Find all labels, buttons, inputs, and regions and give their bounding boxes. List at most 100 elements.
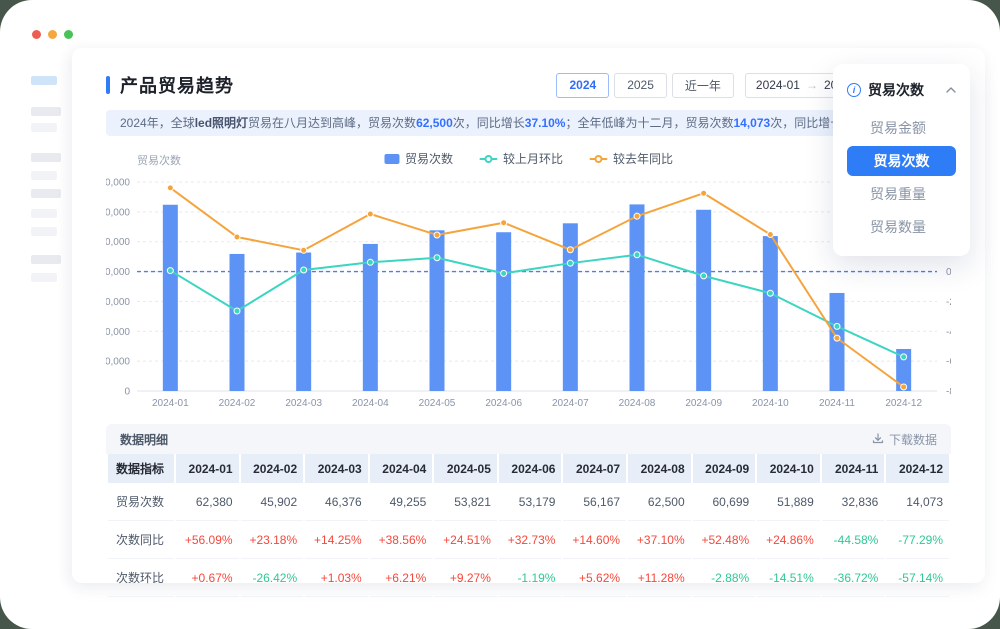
bar-2024-08[interactable] bbox=[630, 204, 645, 391]
point-较去年同比-2024-07[interactable] bbox=[567, 247, 573, 253]
table-cell: +9.27% bbox=[434, 559, 497, 597]
point-较去年同比-2024-10[interactable] bbox=[767, 231, 773, 237]
row-label: 贸易次数 bbox=[108, 483, 174, 521]
sidebar-skeleton-bar bbox=[31, 153, 61, 162]
table-cell: +6.21% bbox=[370, 559, 433, 597]
summary-text: led照明灯 bbox=[195, 116, 248, 130]
left-axis-tick: 0 bbox=[124, 387, 130, 398]
table-header-cell: 2024-08 bbox=[628, 454, 691, 483]
x-axis-tick: 2024-11 bbox=[819, 398, 855, 409]
download-data-button[interactable]: 下载数据 bbox=[872, 431, 937, 448]
metric-option-贸易金额[interactable]: 贸易金额 bbox=[847, 113, 956, 143]
legend-label: 贸易次数 bbox=[405, 150, 453, 167]
table-header-cell: 2024-05 bbox=[434, 454, 497, 483]
point-较去年同比-2024-05[interactable] bbox=[434, 232, 440, 238]
summary-text: 2024年，全球 bbox=[120, 116, 195, 130]
left-axis-tick: 30,000 bbox=[106, 297, 130, 308]
bar-2024-02[interactable] bbox=[230, 254, 245, 391]
metric-options: 贸易金额贸易次数贸易重量贸易数量 bbox=[833, 113, 970, 242]
table-row: 贸易次数62,38045,90246,37649,25553,82153,179… bbox=[108, 483, 949, 521]
app-window: 产品贸易趋势 20242025近一年 2024-01 → 2024-12 202… bbox=[0, 0, 1000, 629]
legend-item-bar[interactable]: 贸易次数 bbox=[384, 150, 453, 167]
table-cell: -26.42% bbox=[241, 559, 304, 597]
date-range-arrow-icon: → bbox=[806, 78, 818, 92]
year-tab-2024[interactable]: 2024 bbox=[556, 73, 609, 98]
table-cell: -1.19% bbox=[499, 559, 562, 597]
point-较上月环比-2024-08[interactable] bbox=[634, 252, 640, 258]
table-header-cell: 2024-10 bbox=[757, 454, 820, 483]
point-较上月环比-2024-03[interactable] bbox=[301, 267, 307, 273]
chart-legend: 贸易次数 较上月环比 较去年同比 bbox=[384, 150, 673, 167]
x-axis-tick: 2024-12 bbox=[885, 398, 922, 409]
summary-banner: 2024年，全球led照明灯贸易在八月达到高峰，贸易次数62,500次，同比增长… bbox=[106, 110, 951, 136]
table-cell: +37.10% bbox=[628, 521, 691, 559]
chart-header: 贸易次数 贸易次数 较上月环比 较去年同比 bbox=[106, 152, 951, 168]
trade-trend-chart[interactable]: 010,00020,00030,00040,00050,00060,00070,… bbox=[106, 172, 951, 412]
date-range-start: 2024-01 bbox=[756, 78, 800, 92]
point-较上月环比-2024-11[interactable] bbox=[834, 323, 840, 329]
point-较去年同比-2024-08[interactable] bbox=[634, 213, 640, 219]
bar-2024-10[interactable] bbox=[763, 236, 778, 391]
bar-2024-04[interactable] bbox=[363, 244, 378, 391]
table-header-cell: 2024-11 bbox=[822, 454, 885, 483]
point-较上月环比-2024-10[interactable] bbox=[767, 290, 773, 296]
minimize-window-icon[interactable] bbox=[48, 30, 57, 39]
left-axis-tick: 40,000 bbox=[106, 267, 130, 278]
table-cell: +11.28% bbox=[628, 559, 691, 597]
year-tab-近一年[interactable]: 近一年 bbox=[672, 73, 734, 98]
legend-item-line[interactable]: 较上月环比 bbox=[479, 150, 563, 167]
point-较上月环比-2024-05[interactable] bbox=[434, 255, 440, 261]
bar-2024-09[interactable] bbox=[696, 210, 711, 391]
point-较上月环比-2024-06[interactable] bbox=[501, 270, 507, 276]
table-cell: 62,380 bbox=[176, 483, 239, 521]
table-cell: 60,699 bbox=[693, 483, 756, 521]
point-较去年同比-2024-11[interactable] bbox=[834, 335, 840, 341]
window-traffic-lights bbox=[32, 30, 73, 39]
point-较去年同比-2024-02[interactable] bbox=[234, 234, 240, 240]
close-window-icon[interactable] bbox=[32, 30, 41, 39]
download-label: 下载数据 bbox=[889, 431, 937, 448]
point-较上月环比-2024-02[interactable] bbox=[234, 308, 240, 314]
sidebar-skeleton-bar bbox=[31, 171, 57, 180]
point-较去年同比-2024-06[interactable] bbox=[501, 220, 507, 226]
right-axis-tick: 0 bbox=[946, 267, 951, 278]
legend-label: 较上月环比 bbox=[503, 150, 563, 167]
bar-2024-06[interactable] bbox=[496, 232, 511, 391]
sidebar-skeleton-bar bbox=[31, 107, 61, 116]
year-tab-2025[interactable]: 2025 bbox=[614, 73, 667, 98]
table-header-cell: 2024-01 bbox=[176, 454, 239, 483]
sidebar-skeleton-bar bbox=[31, 76, 57, 85]
table-header-cell: 2024-09 bbox=[693, 454, 756, 483]
bar-2024-01[interactable] bbox=[163, 205, 178, 391]
point-较去年同比-2024-12[interactable] bbox=[901, 384, 907, 390]
page-title: 产品贸易趋势 bbox=[120, 72, 234, 98]
legend-item-line[interactable]: 较去年同比 bbox=[589, 150, 673, 167]
point-较上月环比-2024-04[interactable] bbox=[367, 259, 373, 265]
table-header-cell: 2024-04 bbox=[370, 454, 433, 483]
point-较上月环比-2024-12[interactable] bbox=[901, 354, 907, 360]
point-较上月环比-2024-09[interactable] bbox=[701, 273, 707, 279]
metric-option-贸易重量[interactable]: 贸易重量 bbox=[847, 179, 956, 209]
point-较去年同比-2024-03[interactable] bbox=[301, 247, 307, 253]
sidebar-skeleton-bar bbox=[31, 255, 61, 264]
table-cell: -57.14% bbox=[886, 559, 949, 597]
left-axis-tick: 20,000 bbox=[106, 327, 130, 338]
left-axis-tick: 70,000 bbox=[106, 178, 130, 189]
point-较上月环比-2024-07[interactable] bbox=[567, 260, 573, 266]
table-header-cell: 2024-12 bbox=[886, 454, 949, 483]
table-cell: +14.60% bbox=[563, 521, 626, 559]
point-较去年同比-2024-01[interactable] bbox=[167, 185, 173, 191]
right-axis-tick: -20 bbox=[946, 297, 951, 308]
point-较去年同比-2024-04[interactable] bbox=[367, 211, 373, 217]
table-cell: 53,821 bbox=[434, 483, 497, 521]
maximize-window-icon[interactable] bbox=[64, 30, 73, 39]
table-cell: -14.51% bbox=[757, 559, 820, 597]
metric-option-贸易数量[interactable]: 贸易数量 bbox=[847, 212, 956, 242]
metric-option-贸易次数[interactable]: 贸易次数 bbox=[847, 146, 956, 176]
legend-label: 较去年同比 bbox=[613, 150, 673, 167]
metric-dropdown-toggle[interactable]: i 贸易次数 bbox=[833, 76, 970, 110]
point-较上月环比-2024-01[interactable] bbox=[167, 268, 173, 274]
table-cell: +52.48% bbox=[693, 521, 756, 559]
point-较去年同比-2024-09[interactable] bbox=[701, 190, 707, 196]
summary-text: ；全年低峰为十二月，贸易次数 bbox=[565, 116, 733, 130]
